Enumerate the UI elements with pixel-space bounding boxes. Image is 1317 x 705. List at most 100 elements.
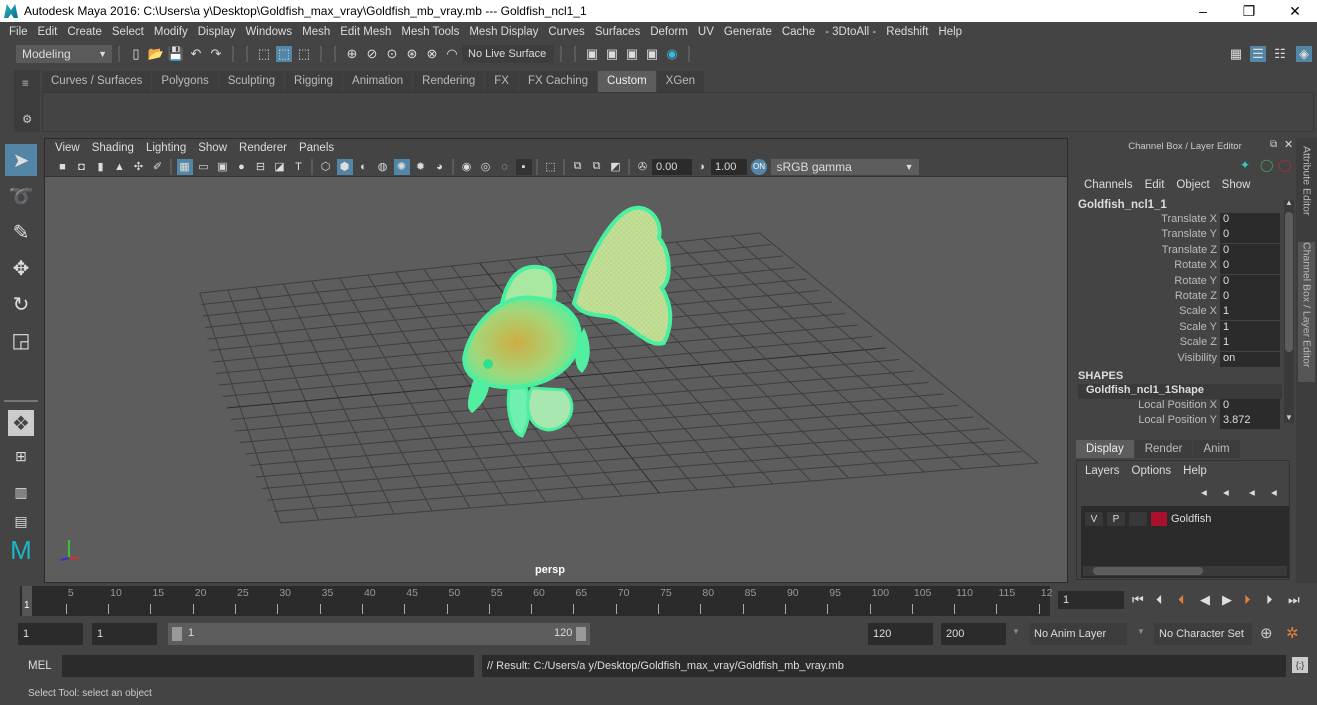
playback-start-field[interactable]: 1	[92, 623, 157, 645]
single-perspective-layout-icon[interactable]: ❖	[8, 410, 34, 436]
snap-curve-icon[interactable]: ⊘	[364, 46, 380, 62]
channel-row[interactable]: Rotate Y0	[1074, 274, 1282, 290]
animation-start-field[interactable]: 1	[18, 623, 83, 645]
layer-tab-display[interactable]: Display	[1076, 440, 1134, 458]
new-scene-icon[interactable]: ▯	[128, 46, 144, 62]
scrollbar-thumb[interactable]	[1285, 212, 1293, 352]
shelf-tab-fx[interactable]: FX	[485, 71, 518, 93]
rotate-tool-icon[interactable]: ↻	[5, 288, 37, 320]
safe-action-icon[interactable]: ◪	[272, 159, 288, 175]
menu-windows[interactable]: Windows	[240, 26, 297, 38]
field-chart-icon[interactable]: ⊟	[253, 159, 269, 175]
go-to-end-icon[interactable]: ⏭	[1288, 592, 1300, 608]
vp-menu-panels[interactable]: Panels	[293, 142, 340, 154]
grease-pencil-icon[interactable]: ✐	[150, 159, 166, 175]
hypershade-icon[interactable]: ◉	[664, 46, 680, 62]
channel-row[interactable]: Local Position X0	[1074, 399, 1282, 414]
mode-dropdown[interactable]: Modeling ▼	[16, 45, 112, 63]
layer-color-swatch[interactable]	[1151, 512, 1167, 526]
save-scene-icon[interactable]: 💾	[168, 46, 184, 62]
render-view-icon[interactable]: ▣	[584, 46, 600, 62]
layer-menu-help[interactable]: Help	[1183, 465, 1207, 477]
channel-label[interactable]: Rotate Z	[1074, 290, 1220, 305]
new-layer-icon[interactable]: ◂	[1249, 485, 1255, 499]
menu-generate[interactable]: Generate	[719, 26, 777, 38]
anim-layer-dropdown[interactable]: No Anim Layer	[1029, 623, 1127, 645]
undo-icon[interactable]: ↶	[188, 46, 204, 62]
layer-tab-anim[interactable]: Anim	[1193, 440, 1240, 458]
layer-tab-render[interactable]: Render	[1134, 440, 1193, 458]
cb-menu-show[interactable]: Show	[1222, 179, 1251, 191]
use-default-material-icon[interactable]: ◐	[356, 159, 372, 175]
channel-label[interactable]: Scale X	[1074, 305, 1220, 320]
motion-blur-icon[interactable]: ◎	[478, 159, 494, 175]
layer-visibility-toggle[interactable]: V	[1085, 512, 1103, 526]
vp-menu-view[interactable]: View	[49, 142, 86, 154]
animation-end-field[interactable]: 200	[941, 623, 1006, 645]
cb-menu-object[interactable]: Object	[1176, 179, 1209, 191]
persp-outliner-layout-icon[interactable]: ▥	[5, 476, 37, 508]
exposure-icon[interactable]: ✇	[635, 159, 651, 175]
menu-create[interactable]: Create	[62, 26, 107, 38]
channel-label[interactable]: Scale Y	[1074, 321, 1220, 336]
menu-redshift[interactable]: Redshift	[881, 26, 933, 38]
menu-select[interactable]: Select	[107, 26, 149, 38]
current-frame-field[interactable]: 1	[1058, 591, 1124, 609]
channel-row[interactable]: Scale X1	[1074, 305, 1282, 321]
step-back-key-icon[interactable]: ⏴	[1178, 592, 1185, 608]
2d-pan-zoom-icon[interactable]: ✣	[131, 159, 147, 175]
shelf-tab-custom[interactable]: Custom	[598, 71, 656, 93]
exposure-field[interactable]: 0.00	[652, 158, 692, 175]
channel-row[interactable]: Scale Z1	[1074, 336, 1282, 352]
shelf-menu-icon[interactable]: ≡	[22, 78, 29, 90]
select-object-icon[interactable]: ⬚	[276, 46, 292, 62]
scene-canvas[interactable]	[45, 178, 1067, 583]
channel-toggle-2-icon[interactable]: ◯	[1278, 158, 1291, 172]
ipr-render-icon[interactable]: ▣	[624, 46, 640, 62]
channel-row[interactable]: Translate Z0	[1074, 243, 1282, 259]
image-plane-icon[interactable]: ▲	[112, 159, 128, 175]
redo-icon[interactable]: ↷	[208, 46, 224, 62]
layer-horizontal-scrollbar[interactable]	[1083, 566, 1287, 576]
step-back-frame-icon[interactable]: ⏴	[1156, 592, 1163, 608]
channel-label[interactable]: Rotate X	[1074, 259, 1220, 274]
screen-space-ao-icon[interactable]: ◉	[459, 159, 475, 175]
channel-box-toggle-icon[interactable]: ◈	[1296, 46, 1312, 62]
channel-label[interactable]: Translate Y	[1074, 228, 1220, 243]
menu-modify[interactable]: Modify	[149, 26, 193, 38]
select-component-icon[interactable]: ⬚	[296, 46, 312, 62]
snap-grid-icon[interactable]: ⊕	[344, 46, 360, 62]
wireframe-on-shaded-icon[interactable]: ◍	[375, 159, 391, 175]
modeling-toolkit-icon[interactable]: ▦	[1228, 46, 1244, 62]
gamma-field[interactable]: 1.00	[711, 158, 747, 175]
smooth-shade-icon[interactable]: ⬢	[336, 158, 353, 175]
cb-menu-edit[interactable]: Edit	[1145, 179, 1165, 191]
open-scene-icon[interactable]: 📂	[148, 46, 164, 62]
range-slider[interactable]: 1 120	[168, 623, 590, 645]
channel-row[interactable]: Local Position Y 3.872	[1074, 414, 1282, 430]
new-layer-selected-icon[interactable]: ◂	[1271, 485, 1277, 499]
channel-row[interactable]: Translate Y0	[1074, 228, 1282, 244]
maximize-button[interactable]: ❐	[1226, 0, 1272, 22]
layer-playback-toggle[interactable]: P	[1107, 512, 1125, 526]
snap-view-plane-icon[interactable]: ⊛	[404, 46, 420, 62]
channel-value[interactable]: 3.872	[1220, 414, 1280, 430]
go-to-start-icon[interactable]: ⏮	[1132, 592, 1144, 608]
tool-settings-icon[interactable]: ☷	[1272, 46, 1288, 62]
channel-label[interactable]: Rotate Y	[1074, 275, 1220, 290]
shelf-tab-sculpting[interactable]: Sculpting	[218, 71, 285, 93]
scrollbar-thumb[interactable]	[1093, 567, 1203, 575]
gate-mask-icon[interactable]: ●	[234, 159, 250, 175]
live-surface-field[interactable]: No Live Surface	[462, 45, 554, 63]
vp-menu-show[interactable]: Show	[192, 142, 233, 154]
resolution-gate-icon[interactable]: ▣	[215, 159, 231, 175]
menu-mesh-display[interactable]: Mesh Display	[464, 26, 543, 38]
menu-uv[interactable]: UV	[693, 26, 719, 38]
shelf-settings-gear-icon[interactable]: ⚙	[22, 112, 32, 126]
channel-value[interactable]: 0	[1220, 243, 1280, 259]
time-slider[interactable]: 1 5 10 15 20 25 30 35 40 45 50 55 60 65 70 75 80 85 90 95 1…	[0, 584, 1317, 618]
channel-row[interactable]: Rotate X0	[1074, 259, 1282, 275]
step-forward-frame-icon[interactable]: ⏵	[1266, 592, 1273, 608]
channel-value[interactable]: 0	[1220, 259, 1280, 275]
lasso-tool-icon[interactable]: ➰	[5, 180, 37, 212]
